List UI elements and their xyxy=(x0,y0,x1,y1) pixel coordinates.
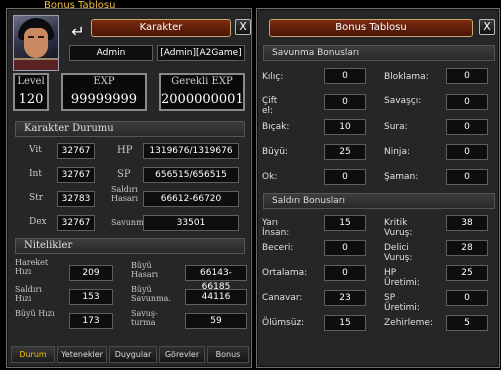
str-label: Str xyxy=(29,193,44,203)
str-value: 32783 xyxy=(57,191,95,207)
attack-row-value: 0 xyxy=(324,265,366,281)
bonus-window-title: Bonus Tablosu xyxy=(269,19,473,37)
magic-defense-value: 44116 xyxy=(185,289,247,305)
magic-damage-value: 66143-66185 xyxy=(185,265,247,292)
exp-value: 99999999 xyxy=(70,92,138,107)
defense-row-value: 0 xyxy=(446,68,488,84)
move-speed-value: 209 xyxy=(69,265,113,281)
defense-row-label: Savaşçı: xyxy=(384,96,422,106)
attack-speed-label: Saldırı Hızı xyxy=(15,285,42,303)
attack-damage-value: 66612-66720 xyxy=(143,191,239,207)
int-label: Int xyxy=(29,169,42,179)
tab-yetenekler[interactable]: Yetenekler xyxy=(57,346,107,363)
magic-speed-value: 173 xyxy=(69,313,113,329)
magic-speed-label: Büyü Hızı xyxy=(15,309,55,318)
attack-row-value: 28 xyxy=(446,240,488,256)
attack-row-label: Yarı İnsan: xyxy=(262,218,290,238)
character-close-button[interactable]: X xyxy=(235,19,251,35)
bonus-close-button[interactable]: X xyxy=(479,19,495,35)
required-exp-label: Gerekli EXP xyxy=(171,76,233,87)
exp-box: EXP 99999999 xyxy=(61,73,147,111)
hp-label: HP xyxy=(117,145,133,156)
hp-value: 1319676/1319676 xyxy=(143,143,239,159)
attack-row-label: Zehirleme: xyxy=(384,318,433,328)
vit-value: 32767 xyxy=(57,143,95,159)
attack-row-label: HP Üretimi: xyxy=(384,268,420,288)
attack-speed-value: 153 xyxy=(69,289,113,305)
level-label: Level xyxy=(17,76,45,87)
character-window: ↵ Karakter X Admin [Admin][A2Game] Level… xyxy=(6,8,252,368)
back-arrow-icon[interactable]: ↵ xyxy=(69,23,87,41)
defense-row-value: 10 xyxy=(324,119,366,135)
defense-row-value: 25 xyxy=(324,144,366,160)
character-name: Admin xyxy=(69,45,153,61)
attack-row-value: 23 xyxy=(324,290,366,306)
attack-row-value: 0 xyxy=(324,240,366,256)
attack-row-label: Kritik Vuruş: xyxy=(384,218,413,238)
dodge-label: Savuş-turma xyxy=(131,309,158,327)
character-guild: [Admin][A2Game] xyxy=(157,45,245,61)
attack-row-value: 0 xyxy=(446,290,488,306)
tab-bonus[interactable]: Bonus xyxy=(207,346,249,363)
attack-row-label: SP Üretimi: xyxy=(384,293,420,313)
required-exp-box: Gerekli EXP 2000000001 xyxy=(159,73,245,111)
exp-label: EXP xyxy=(93,76,115,87)
attack-row-value: 5 xyxy=(446,315,488,331)
attack-row-value: 25 xyxy=(446,265,488,281)
tab-durum[interactable]: Durum xyxy=(11,346,55,363)
defense-row-label: Büyü: xyxy=(262,147,288,157)
magic-damage-label: Büyü Hasarı xyxy=(131,261,159,279)
attack-row-value: 15 xyxy=(324,215,366,231)
attack-row-value: 38 xyxy=(446,215,488,231)
defense-row-label: Ok: xyxy=(262,172,278,182)
level-box: Level 120 xyxy=(13,73,49,111)
sp-value: 656515/656515 xyxy=(143,167,239,183)
character-portrait xyxy=(13,15,59,71)
defense-row-value: 0 xyxy=(446,144,488,160)
attack-row-label: Ortalama: xyxy=(262,268,308,278)
attack-row-label: Ölümsüz: xyxy=(262,318,305,328)
defense-row-value: 0 xyxy=(324,68,366,84)
features-header: Nitelikler xyxy=(15,238,245,254)
vit-label: Vit xyxy=(29,145,42,155)
defense-row-label: Bıçak: xyxy=(262,122,290,132)
defense-row-value: 0 xyxy=(446,169,488,185)
character-status-header: Karakter Durumu xyxy=(15,121,245,137)
bonus-window: Bonus Tablosu X Savunma Bonusları Saldır… xyxy=(256,8,500,368)
attack-row-label: Canavar: xyxy=(262,293,303,303)
attack-damage-label: Saldırı Hasarı xyxy=(111,185,139,203)
defense-row-label: Sura: xyxy=(384,122,408,132)
dodge-value: 59 xyxy=(185,313,247,329)
attack-row-label: Delici Vuruş: xyxy=(384,243,413,263)
level-value: 120 xyxy=(18,92,44,107)
magic-defense-label: Büyü Savunma. xyxy=(131,285,171,303)
defense-row-label: Ninja: xyxy=(384,147,410,157)
defense-row-value: 0 xyxy=(324,169,366,185)
defense-row-value: 0 xyxy=(324,94,366,110)
attack-row-label: Beceri: xyxy=(262,243,294,253)
attack-bonus-header: Saldırı Bonusları xyxy=(263,193,495,209)
attack-row-value: 15 xyxy=(324,315,366,331)
defense-row-value: 0 xyxy=(446,119,488,135)
tab-gorevler[interactable]: Görevler xyxy=(159,346,205,363)
defense-row-label: Bloklama: xyxy=(384,72,429,82)
int-value: 32767 xyxy=(57,167,95,183)
defense-bonus-header: Savunma Bonusları xyxy=(263,45,495,61)
defense-row-label: Çift el: xyxy=(262,96,278,116)
dex-label: Dex xyxy=(29,217,47,227)
character-tabs: Durum Yetenekler Duygular Görevler Bonus xyxy=(11,346,249,363)
defense-row-label: Kılıç: xyxy=(262,72,284,82)
dex-value: 32767 xyxy=(57,215,95,231)
defense-row-value: 0 xyxy=(446,94,488,110)
defense-value: 33501 xyxy=(143,215,239,231)
tab-duygular[interactable]: Duygular xyxy=(109,346,157,363)
defense-row-label: Şaman: xyxy=(384,172,419,182)
character-window-title: Karakter xyxy=(91,19,231,37)
sp-label: SP xyxy=(117,169,131,180)
move-speed-label: Hareket Hızı xyxy=(15,258,49,276)
required-exp-value: 2000000001 xyxy=(161,92,244,107)
